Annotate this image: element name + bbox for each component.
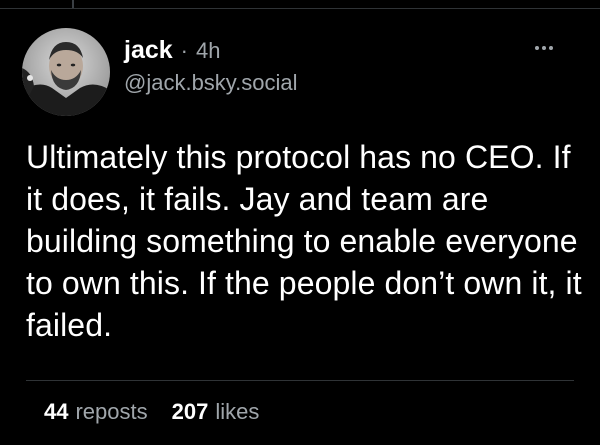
- ellipsis-icon: [535, 46, 539, 50]
- reposts-label: reposts: [75, 399, 148, 424]
- more-options-button[interactable]: [528, 38, 560, 58]
- likes-label: likes: [215, 399, 260, 424]
- author-display-name[interactable]: jack: [124, 36, 173, 64]
- top-divider: [0, 8, 600, 9]
- reposts-stat[interactable]: 44 reposts: [44, 398, 148, 426]
- post-stats: 44 reposts 207 likes: [44, 398, 259, 426]
- ellipsis-icon: [542, 46, 546, 50]
- post-text: Ultimately this protocol has no CEO. If …: [26, 139, 582, 343]
- ellipsis-icon: [549, 46, 553, 50]
- profile-photo-icon: [22, 28, 110, 116]
- post-timestamp[interactable]: 4h: [196, 37, 220, 65]
- post-header: jack · 4h @jack.bsky.social: [124, 36, 540, 97]
- likes-count: 207: [171, 399, 209, 424]
- meta-separator: ·: [180, 38, 188, 63]
- avatar[interactable]: [22, 28, 110, 116]
- stats-divider: [26, 380, 574, 381]
- likes-stat[interactable]: 207 likes: [172, 398, 260, 426]
- reposts-count: 44: [44, 399, 69, 424]
- name-row: jack · 4h: [124, 36, 540, 65]
- thread-line: [72, 0, 74, 8]
- author-handle[interactable]: @jack.bsky.social: [124, 69, 540, 97]
